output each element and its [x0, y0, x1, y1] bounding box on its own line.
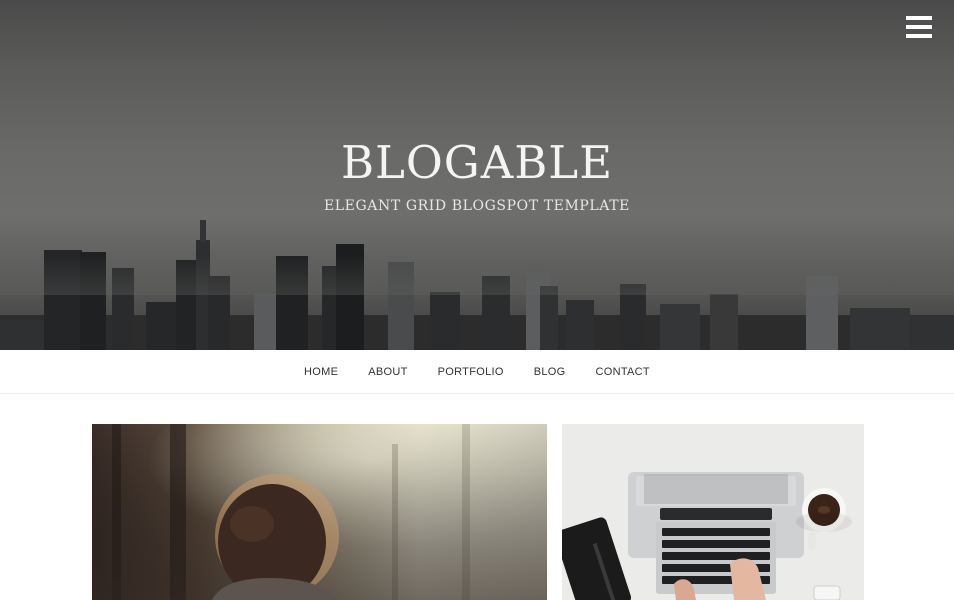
- post-image-laptop-desk[interactable]: [562, 424, 864, 600]
- menu-bar: [906, 16, 932, 20]
- site-tagline: ELEGANT GRID BLOGSPOT TEMPLATE: [323, 198, 631, 214]
- post-image-woman-forest[interactable]: [92, 424, 547, 600]
- woman-in-forest-photo: [92, 424, 547, 600]
- nav-item-blog[interactable]: BLOG: [534, 366, 566, 378]
- hero-banner: BLOGABLE ELEGANT GRID BLOGSPOT TEMPLATE: [0, 0, 954, 350]
- nav-list: HOME ABOUT PORTFOLIO BLOG CONTACT: [0, 350, 954, 393]
- nav-item-about[interactable]: ABOUT: [368, 366, 407, 378]
- main-navigation: HOME ABOUT PORTFOLIO BLOG CONTACT: [0, 350, 954, 394]
- nav-item-contact[interactable]: CONTACT: [596, 366, 650, 378]
- hamburger-menu-icon[interactable]: [906, 16, 932, 38]
- menu-bar: [906, 34, 932, 38]
- nav-item-portfolio[interactable]: PORTFOLIO: [438, 366, 504, 378]
- menu-bar: [906, 25, 932, 29]
- hero-haze: [0, 255, 954, 295]
- site-title[interactable]: BLOGABLE: [0, 136, 954, 189]
- laptop-on-desk-photo: [562, 424, 864, 600]
- nav-item-home[interactable]: HOME: [304, 366, 338, 378]
